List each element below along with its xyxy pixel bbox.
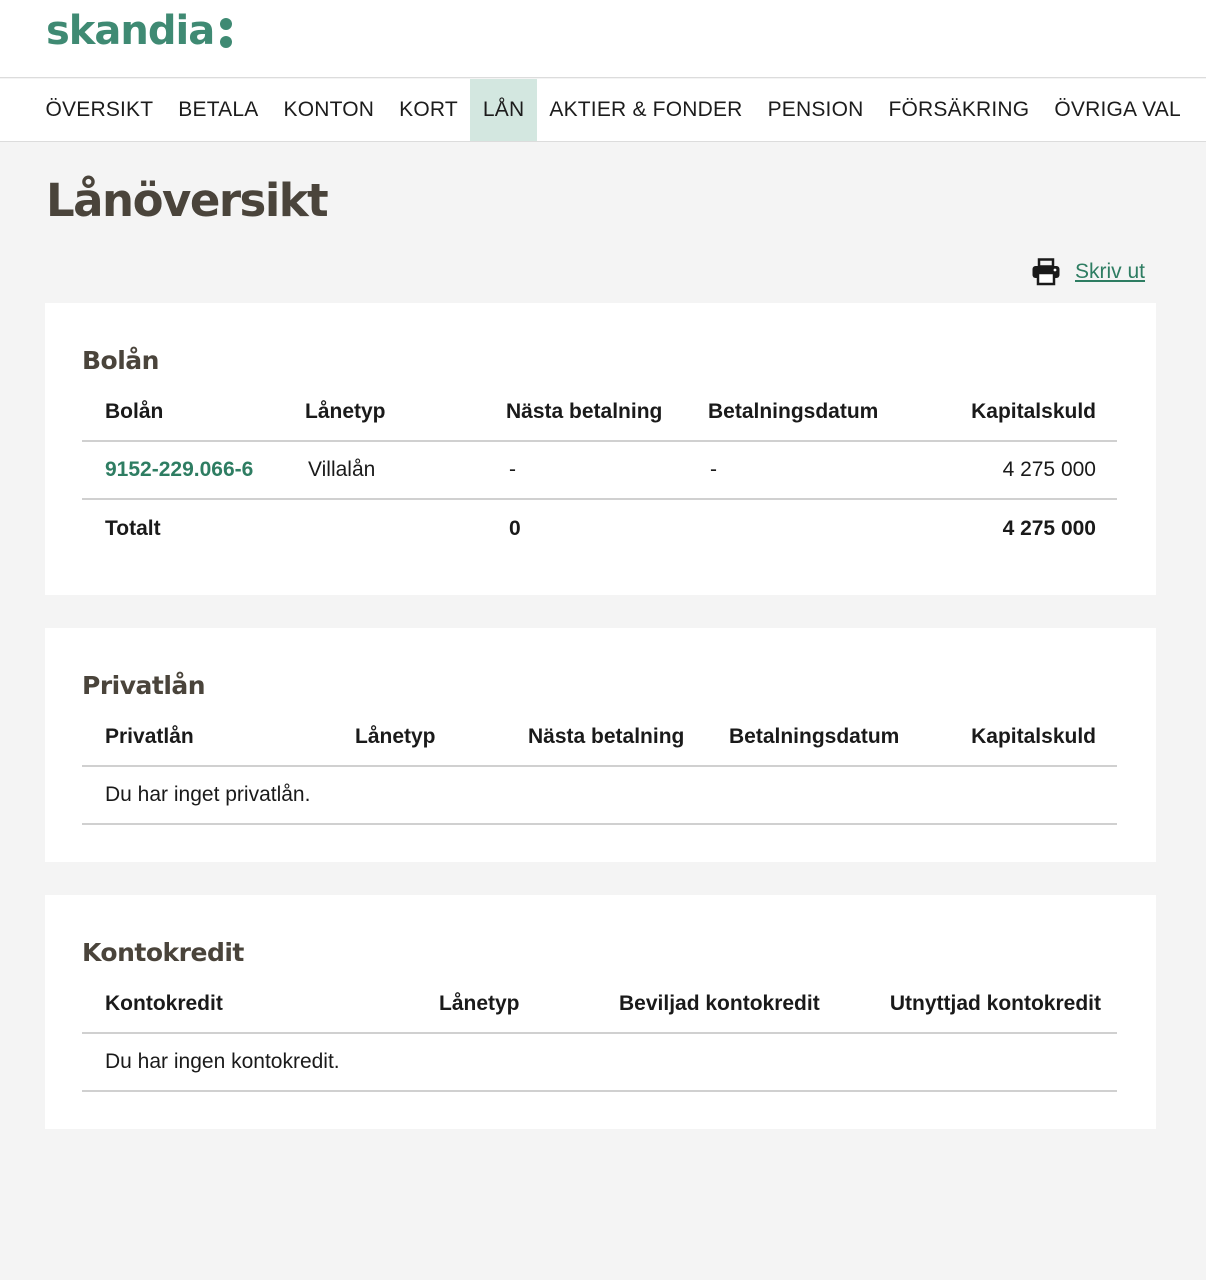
- empty-state-message: Du har inget privatlån.: [105, 783, 311, 806]
- bolan-table-header: Bolån Lånetyp Nästa betalning Betalnings…: [82, 384, 1117, 442]
- column-header-betalningsdatum: Betalningsdatum: [708, 400, 879, 423]
- total-label: Totalt: [105, 517, 161, 540]
- nav-item-kort[interactable]: KORT: [387, 79, 471, 141]
- main-navigation: ÖVERSIKT BETALA KONTON KORT LÅN AKTIER &…: [0, 79, 1206, 142]
- kontokredit-table: Kontokredit Lånetyp Beviljad kontokredit…: [82, 976, 1117, 1092]
- column-header-kontokredit: Kontokredit: [105, 992, 223, 1015]
- skandia-logo[interactable]: skandia: [46, 8, 233, 54]
- column-header-lanetyp: Lånetyp: [439, 992, 520, 1015]
- privatlan-table: Privatlån Lånetyp Nästa betalning Betaln…: [82, 709, 1117, 825]
- payment-date: -: [710, 458, 717, 481]
- total-row: Totalt 0 4 275 000: [82, 500, 1117, 558]
- nav-item-lan[interactable]: LÅN: [470, 79, 537, 141]
- nav-item-forsakring[interactable]: FÖRSÄKRING: [876, 79, 1042, 141]
- nav-item-betala[interactable]: BETALA: [166, 79, 271, 141]
- bolan-section-title: Bolån: [82, 346, 159, 375]
- print-link[interactable]: Skriv ut: [1031, 258, 1145, 286]
- total-capital-debt: 4 275 000: [1002, 517, 1096, 540]
- empty-state-row: Du har inget privatlån.: [82, 767, 1117, 825]
- bolan-card: Bolån Bolån Lånetyp Nästa betalning Beta…: [45, 303, 1156, 595]
- column-header-nasta-betalning: Nästa betalning: [528, 725, 685, 748]
- next-payment: -: [509, 458, 516, 481]
- column-header-betalningsdatum: Betalningsdatum: [729, 725, 900, 748]
- empty-state-message: Du har ingen kontokredit.: [105, 1050, 340, 1073]
- privatlan-card: Privatlån Privatlån Lånetyp Nästa betaln…: [45, 628, 1156, 862]
- column-header-lanetyp: Lånetyp: [305, 400, 386, 423]
- nav-item-pension[interactable]: PENSION: [755, 79, 876, 141]
- capital-debt: 4 275 000: [1002, 458, 1096, 481]
- column-header-beviljad-kontokredit: Beviljad kontokredit: [619, 992, 820, 1015]
- column-header-bolan: Bolån: [105, 400, 164, 423]
- column-header-kapitalskuld: Kapitalskuld: [971, 725, 1096, 748]
- column-header-lanetyp: Lånetyp: [355, 725, 436, 748]
- nav-item-konton[interactable]: KONTON: [271, 79, 387, 141]
- top-header: skandia: [0, 0, 1206, 78]
- page-title: Lånöversikt: [46, 174, 329, 227]
- kontokredit-card: Kontokredit Kontokredit Lånetyp Beviljad…: [45, 895, 1156, 1129]
- column-header-utnyttjad-kontokredit: Utnyttjad kontokredit: [889, 992, 1101, 1015]
- nav-item-oversikt[interactable]: ÖVERSIKT: [33, 79, 166, 141]
- nav-item-ovriga-val[interactable]: ÖVRIGA VAL: [1042, 79, 1194, 141]
- privatlan-section-title: Privatlån: [82, 671, 206, 700]
- privatlan-table-header: Privatlån Lånetyp Nästa betalning Betaln…: [82, 709, 1117, 767]
- kontokredit-section-title: Kontokredit: [82, 938, 244, 967]
- nav-item-aktier-fonder[interactable]: AKTIER & FONDER: [537, 79, 755, 141]
- total-next-payment: 0: [509, 517, 521, 540]
- kontokredit-table-header: Kontokredit Lånetyp Beviljad kontokredit…: [82, 976, 1117, 1034]
- table-row: 9152-229.066-6 Villalån - - 4 275 000: [82, 442, 1117, 500]
- bolan-table: Bolån Lånetyp Nästa betalning Betalnings…: [82, 384, 1117, 558]
- loan-account-link[interactable]: 9152-229.066-6: [105, 442, 253, 498]
- printer-icon: [1032, 258, 1060, 286]
- loan-type: Villalån: [308, 458, 376, 481]
- logo-text: skandia: [46, 8, 215, 54]
- empty-state-row: Du har ingen kontokredit.: [82, 1034, 1117, 1092]
- column-header-privatlan: Privatlån: [105, 725, 194, 748]
- column-header-kapitalskuld: Kapitalskuld: [971, 400, 1096, 423]
- print-label: Skriv ut: [1075, 260, 1146, 283]
- logo-colon-mark: [220, 18, 233, 48]
- column-header-nasta-betalning: Nästa betalning: [506, 400, 663, 423]
